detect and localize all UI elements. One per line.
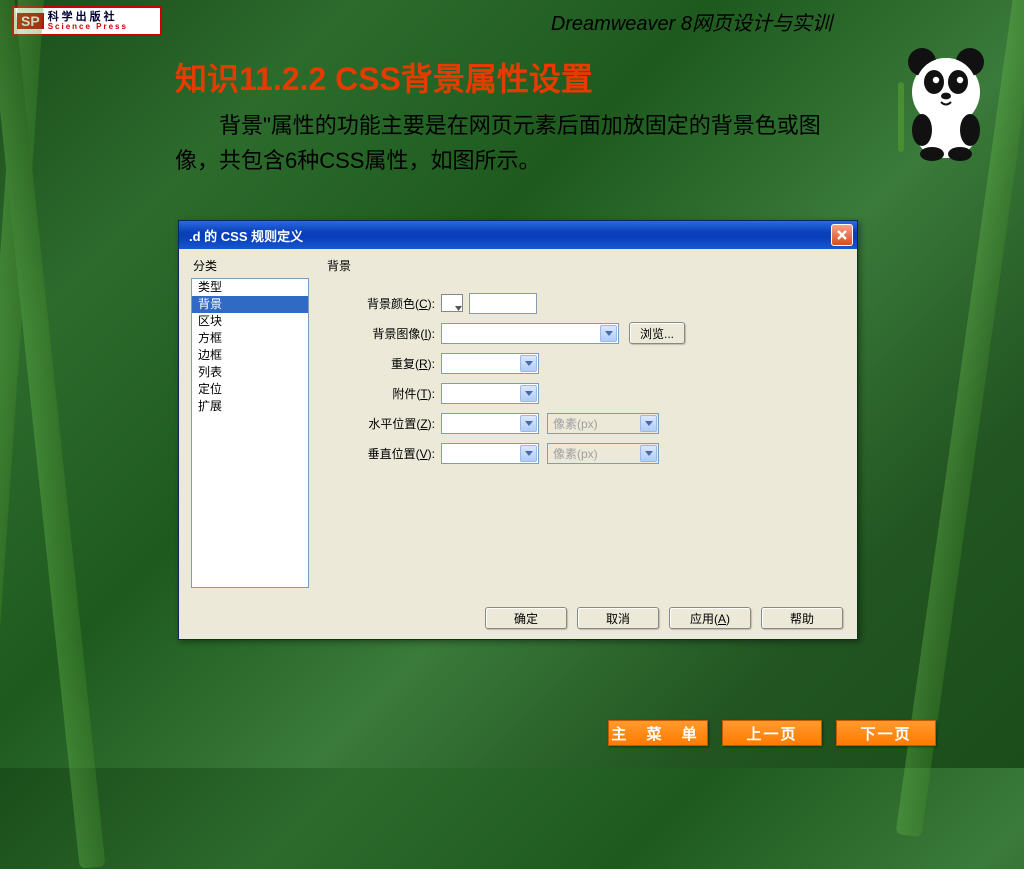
row-bg-image: 背景图像(I): 浏览... xyxy=(325,318,845,348)
chevron-down-icon xyxy=(520,355,537,372)
next-page-button[interactable]: 下一页 xyxy=(836,720,936,746)
close-button[interactable] xyxy=(831,224,853,246)
chevron-down-icon xyxy=(520,445,537,462)
repeat-combo[interactable] xyxy=(441,353,539,374)
row-attach: 附件(T): xyxy=(325,378,845,408)
logo-en: Science Press xyxy=(48,23,128,31)
vpos-unit-combo: 像素(px) xyxy=(547,443,659,464)
chevron-down-icon xyxy=(520,415,537,432)
close-icon xyxy=(836,229,848,241)
bg-image-combo[interactable] xyxy=(441,323,619,344)
chevron-down-icon xyxy=(640,415,657,432)
hpos-unit-combo: 像素(px) xyxy=(547,413,659,434)
chevron-down-icon xyxy=(520,385,537,402)
apply-button[interactable]: 应用(A) xyxy=(669,607,751,629)
category-item[interactable]: 扩展 xyxy=(192,398,308,415)
category-item[interactable]: 列表 xyxy=(192,364,308,381)
row-vpos: 垂直位置(V): 像素(px) xyxy=(325,438,845,468)
label-bg-color: 背景颜色(C): xyxy=(325,295,441,312)
dialog-title: .d 的 CSS 规则定义 xyxy=(183,226,303,245)
vpos-combo[interactable] xyxy=(441,443,539,464)
ok-button[interactable]: 确定 xyxy=(485,607,567,629)
panda-illustration xyxy=(886,22,1006,162)
category-item[interactable]: 方框 xyxy=(192,330,308,347)
chevron-down-icon xyxy=(640,445,657,462)
category-item[interactable]: 定位 xyxy=(192,381,308,398)
publisher-logo: SP 科学出版社 Science Press xyxy=(12,6,162,36)
label-bg-image: 背景图像(I): xyxy=(325,325,441,342)
label-hpos: 水平位置(Z): xyxy=(325,415,441,432)
css-rule-dialog: .d 的 CSS 规则定义 分类 类型背景区块方框边框列表定位扩展 背景 背景颜… xyxy=(178,220,858,640)
page-description: 背景"属性的功能主要是在网页元素后面加放固定的背景色或图像，共包含6种CSS属性… xyxy=(175,108,854,178)
dialog-titlebar[interactable]: .d 的 CSS 规则定义 xyxy=(179,221,857,249)
bg-color-swatch[interactable] xyxy=(441,294,463,312)
dialog-footer: 确定 取消 应用(A) 帮助 xyxy=(485,607,843,629)
section-heading: 背景 xyxy=(327,257,845,274)
logo-cn: 科学出版社 xyxy=(48,12,128,23)
row-hpos: 水平位置(Z): 像素(px) xyxy=(325,408,845,438)
label-attach: 附件(T): xyxy=(325,385,441,402)
category-item[interactable]: 类型 xyxy=(192,279,308,296)
logo-badge: SP xyxy=(17,13,44,29)
category-item[interactable]: 区块 xyxy=(192,313,308,330)
label-vpos: 垂直位置(V): xyxy=(325,445,441,462)
hpos-combo[interactable] xyxy=(441,413,539,434)
label-repeat: 重复(R): xyxy=(325,355,441,372)
bg-color-input[interactable] xyxy=(469,293,537,314)
category-heading: 分类 xyxy=(193,257,311,274)
category-item[interactable]: 背景 xyxy=(192,296,308,313)
row-repeat: 重复(R): xyxy=(325,348,845,378)
category-list[interactable]: 类型背景区块方框边框列表定位扩展 xyxy=(191,278,309,588)
chevron-down-icon xyxy=(600,325,617,342)
prev-page-button[interactable]: 上一页 xyxy=(722,720,822,746)
cancel-button[interactable]: 取消 xyxy=(577,607,659,629)
row-bg-color: 背景颜色(C): xyxy=(325,288,845,318)
main-menu-button[interactable]: 主 菜 单 xyxy=(608,720,708,746)
slide-nav: 主 菜 单 上一页 下一页 xyxy=(608,720,936,746)
attach-combo[interactable] xyxy=(441,383,539,404)
category-item[interactable]: 边框 xyxy=(192,347,308,364)
help-button[interactable]: 帮助 xyxy=(761,607,843,629)
slide-header: SP 科学出版社 Science Press Dreamweaver 8网页设计… xyxy=(0,0,1024,42)
browse-button[interactable]: 浏览... xyxy=(629,322,685,344)
